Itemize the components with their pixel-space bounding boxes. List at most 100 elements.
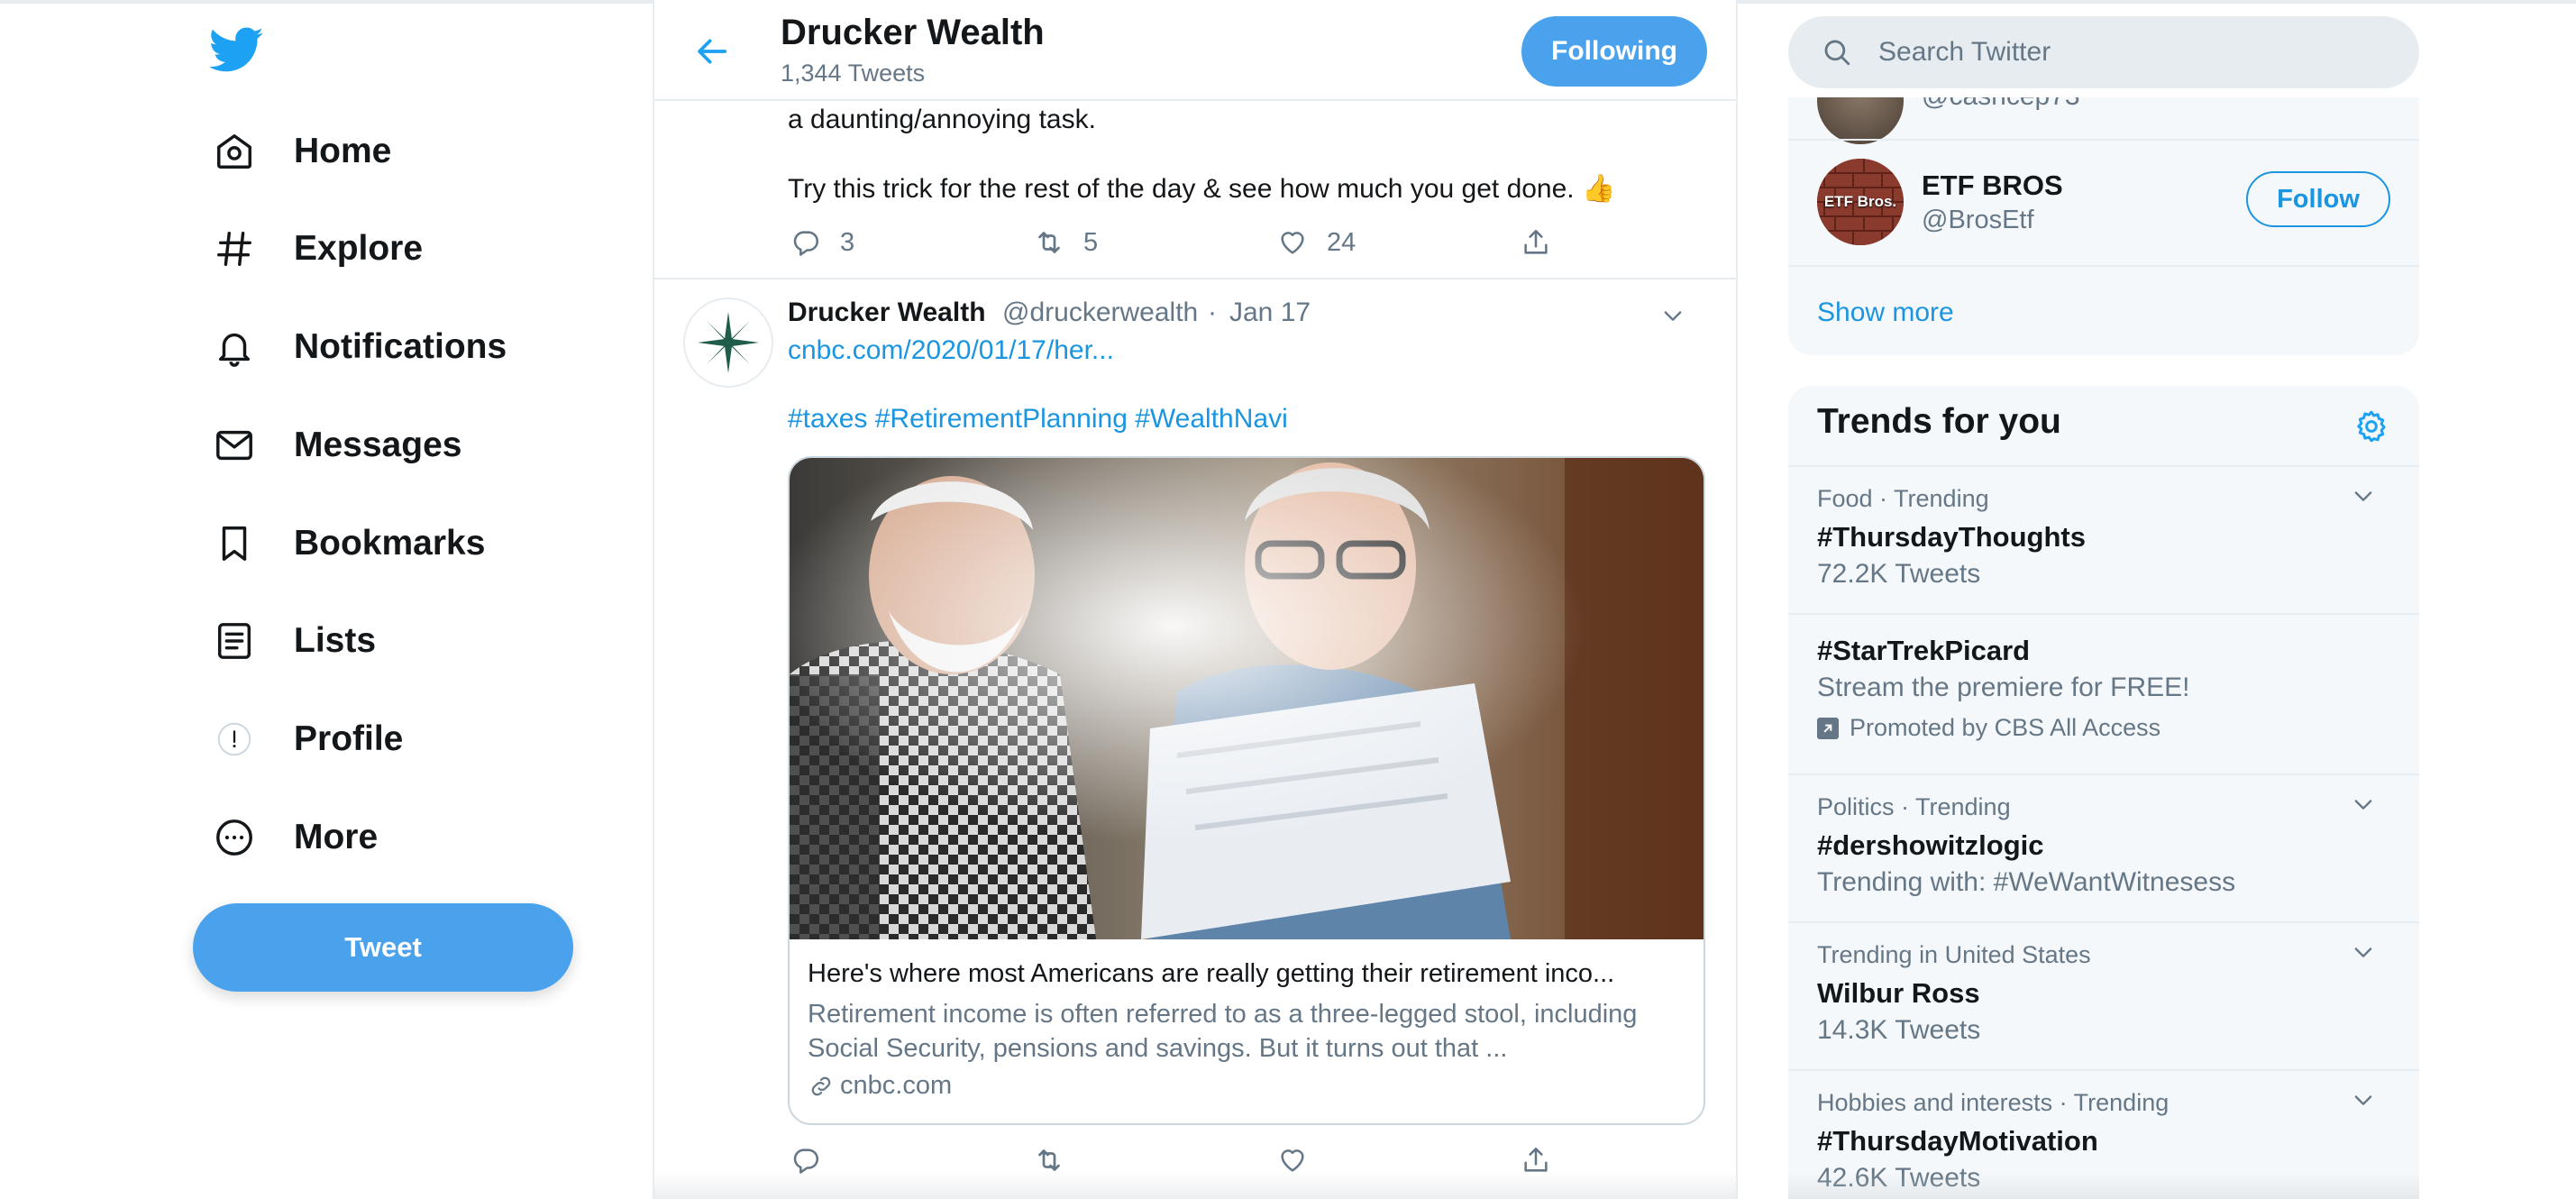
tweet-date[interactable]: Jan 17 — [1229, 297, 1311, 328]
account-handle[interactable]: @BrosEtf — [1922, 206, 2034, 235]
trend-name: #ThursdayMotivation — [1817, 1125, 2098, 1157]
tweet-link[interactable]: cnbc.com/2020/01/17/her... — [788, 335, 1114, 366]
search-icon — [1819, 34, 1855, 70]
heart-icon — [1274, 224, 1311, 261]
card-domain-text: cnbc.com — [840, 1071, 953, 1100]
nav-label: Explore — [294, 229, 424, 268]
nav-item-profile[interactable]: Profile — [211, 703, 403, 775]
nav-item-more[interactable]: More — [211, 801, 378, 874]
chevron-down-icon[interactable] — [2345, 934, 2381, 970]
twitter-logo-icon[interactable] — [208, 22, 264, 76]
hashtag-icon — [211, 225, 258, 272]
avatar[interactable]: ETF Bros. — [1817, 159, 1904, 245]
card-description: Retirement income is often referred to a… — [808, 1000, 1638, 1063]
trend-item-promoted[interactable]: #StarTrekPicard Stream the premiere for … — [1788, 615, 2419, 773]
follow-button[interactable]: Follow — [2246, 171, 2390, 227]
nav-label: Lists — [294, 621, 377, 660]
retweet-count: 5 — [1083, 227, 1099, 257]
account-handle[interactable]: @cashcep73 — [1922, 97, 2080, 112]
bell-icon — [211, 324, 258, 371]
trend-tweet-count: 72.2K Tweets — [1817, 559, 1981, 589]
scroll-shadow — [1788, 1172, 2419, 1199]
retweet-icon — [1031, 224, 1067, 261]
nav-label: Bookmarks — [294, 524, 486, 563]
nav-item-notifications[interactable]: Notifications — [211, 311, 507, 383]
separator-dot: · — [1208, 297, 1217, 327]
row-divider — [1788, 265, 2419, 267]
nav-item-lists[interactable]: Lists — [211, 605, 376, 677]
chevron-down-icon[interactable] — [2345, 1082, 2381, 1118]
avatar[interactable] — [683, 297, 773, 388]
link-preview-card[interactable]: Here's where most Americans are really g… — [788, 456, 1705, 1125]
tweet-count: 1,344 Tweets — [781, 59, 926, 87]
trend-context: Trending with: #WeWantWitnesess — [1817, 867, 2236, 897]
promoted-label: Promoted by CBS All Access — [1817, 714, 2160, 742]
nav-item-explore[interactable]: Explore — [211, 213, 423, 285]
trends-title: Trends for you — [1817, 402, 2061, 441]
tweet-divider — [654, 278, 1736, 279]
trend-meta: Food · Trending — [1817, 485, 1989, 512]
reply-icon — [788, 224, 824, 261]
trend-name: #dershowitzlogic — [1817, 829, 2044, 861]
chevron-down-icon[interactable] — [2345, 478, 2381, 514]
link-icon — [811, 1076, 831, 1095]
nav-item-bookmarks[interactable]: Bookmarks — [211, 508, 485, 580]
trend-name: #StarTrekPicard — [1817, 635, 2031, 666]
timeline-column: Drucker Wealth 1,344 Tweets Following a … — [653, 0, 1738, 1199]
retweet-button[interactable]: 5 — [1031, 220, 1098, 265]
trends-panel: Trends for you Food · Trending #Thursday… — [1788, 386, 2419, 1199]
profile-header: Drucker Wealth 1,344 Tweets Following — [654, 0, 1736, 101]
reply-count: 3 — [840, 227, 855, 257]
tweet-author-handle[interactable]: @druckerwealth — [1002, 297, 1198, 328]
avatar[interactable] — [1817, 97, 1904, 144]
list-icon — [211, 618, 258, 664]
row-divider — [1788, 139, 2419, 141]
nav-label: More — [294, 818, 379, 856]
gear-icon[interactable] — [2349, 404, 2394, 449]
like-button[interactable]: 24 — [1274, 220, 1356, 265]
trend-meta: Politics · Trending — [1817, 793, 2011, 820]
card-title: Here's where most Americans are really g… — [808, 959, 1615, 988]
more-icon — [211, 814, 258, 861]
show-more-link[interactable]: Show more — [1817, 297, 1954, 328]
profile-icon — [211, 716, 258, 763]
chevron-down-icon[interactable] — [2345, 786, 2381, 822]
primary-navigation: Home Explore Notifications Messages Book… — [0, 0, 653, 1199]
who-to-follow-panel: @cashcep73 ETF Bros. ETF BROS @BrosEtf F… — [1788, 97, 2419, 355]
scroll-shadow — [654, 1172, 1736, 1199]
promoted-text: Promoted by CBS All Access — [1850, 714, 2161, 741]
avatar-text: ETF Bros. — [1823, 193, 1897, 210]
trend-meta: Trending in United States — [1817, 941, 2091, 968]
tweet-author-name[interactable]: Drucker Wealth — [788, 297, 986, 328]
share-icon — [1518, 224, 1554, 261]
following-button[interactable]: Following — [1521, 16, 1707, 87]
promoted-icon — [1817, 717, 1839, 739]
trend-name: #ThursdayThoughts — [1817, 521, 2086, 553]
tweet-button[interactable]: Tweet — [193, 903, 573, 992]
tweet-actions: 3 5 24 — [788, 220, 1599, 265]
share-button[interactable] — [1518, 220, 1554, 265]
bookmark-icon — [211, 520, 258, 567]
home-icon — [211, 128, 258, 175]
back-arrow-icon[interactable] — [689, 27, 737, 76]
trend-item[interactable]: Food · Trending #ThursdayThoughts 72.2K … — [1788, 467, 2419, 613]
reply-button[interactable]: 3 — [788, 220, 854, 265]
chevron-down-icon[interactable] — [1655, 297, 1691, 334]
page-title: Drucker Wealth — [781, 13, 1045, 52]
trend-description: Stream the premiere for FREE! — [1817, 673, 2190, 702]
trend-item[interactable]: Trending in United States Wilbur Ross 14… — [1788, 923, 2419, 1069]
card-domain: cnbc.com — [808, 1071, 952, 1101]
search-input[interactable] — [1877, 36, 2385, 69]
card-image — [790, 458, 1704, 939]
tweet-text: a daunting/annoying task. — [788, 105, 1096, 134]
like-count: 24 — [1327, 227, 1357, 257]
account-name[interactable]: ETF BROS — [1922, 169, 2063, 202]
trend-item[interactable]: Politics · Trending #dershowitzlogic Tre… — [1788, 775, 2419, 921]
trend-meta: Hobbies and interests · Trending — [1817, 1089, 2170, 1116]
nav-label: Notifications — [294, 327, 507, 366]
tweet-hashtags[interactable]: #taxes #RetirementPlanning #WealthNavi — [788, 404, 1288, 435]
envelope-icon — [211, 422, 258, 469]
search-bar[interactable] — [1788, 16, 2419, 88]
nav-item-messages[interactable]: Messages — [211, 409, 461, 481]
nav-item-home[interactable]: Home — [211, 115, 391, 188]
